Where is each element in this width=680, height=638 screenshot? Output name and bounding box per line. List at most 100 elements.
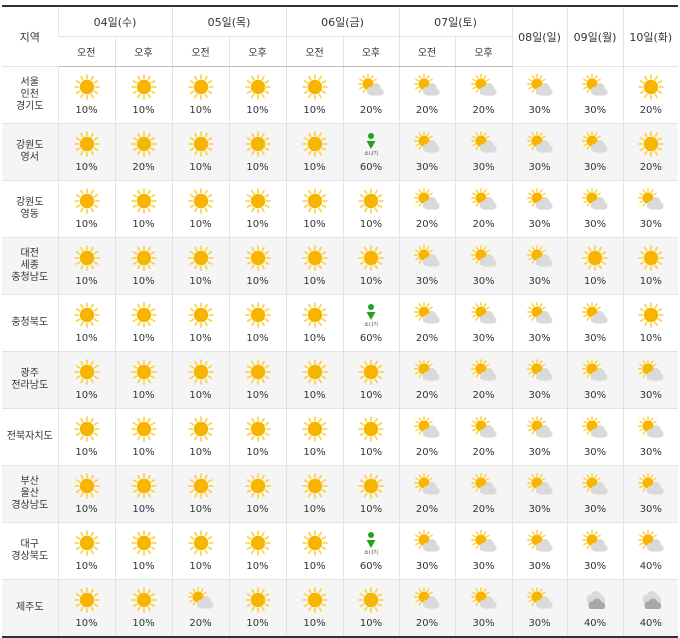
forecast-cell: 20% bbox=[398, 294, 456, 352]
precipitation-probability: 20% bbox=[472, 504, 495, 515]
sun-icon bbox=[73, 530, 100, 556]
sun-icon bbox=[130, 74, 157, 100]
sun-icon bbox=[130, 587, 157, 613]
region-name: 강원도 영동 bbox=[2, 180, 58, 238]
sun-icon bbox=[301, 245, 328, 271]
pm-header: 오후 bbox=[454, 36, 513, 67]
forecast-cell: 10% bbox=[171, 408, 230, 466]
region-header: 지역 bbox=[2, 5, 58, 67]
region-line: 대구 bbox=[20, 539, 39, 550]
day-header-6: 10일(화) bbox=[622, 5, 679, 67]
partly-cloudy-icon bbox=[637, 188, 664, 214]
table-row: 강원도 영동 10% 10% 10% 10% 10% 10% 20% 20% 30% 30% 30% bbox=[2, 180, 679, 238]
precipitation-probability: 20% bbox=[415, 504, 439, 515]
precipitation-probability: 10% bbox=[359, 276, 383, 287]
sun-icon bbox=[130, 416, 157, 442]
sun-icon bbox=[130, 530, 157, 556]
precipitation-probability: 10% bbox=[246, 618, 269, 629]
precipitation-probability: 10% bbox=[75, 219, 98, 230]
precipitation-probability: 10% bbox=[246, 219, 269, 230]
sun-icon bbox=[244, 245, 271, 271]
sun-icon bbox=[301, 302, 328, 328]
forecast-cell: 20% bbox=[454, 66, 513, 124]
precipitation-probability: 30% bbox=[583, 333, 607, 344]
precipitation-probability: 10% bbox=[189, 561, 212, 572]
cloudy-icon bbox=[582, 587, 608, 613]
region-name: 강원도 영서 bbox=[2, 123, 58, 181]
day-header-4: 08일(일) bbox=[511, 5, 568, 67]
partly-cloudy-icon bbox=[526, 359, 553, 385]
sun-icon bbox=[638, 131, 664, 157]
forecast-cell: 30% bbox=[622, 408, 679, 466]
precipitation-probability: 30% bbox=[528, 105, 551, 116]
forecast-cell: 10% bbox=[114, 408, 173, 466]
day-header-3: 07일(토) bbox=[398, 5, 513, 37]
shower-label: 소나기 bbox=[364, 550, 378, 556]
forecast-cell: 소나기 60% bbox=[342, 294, 400, 352]
precipitation-probability: 10% bbox=[639, 276, 662, 287]
precipitation-probability: 10% bbox=[246, 105, 269, 116]
precipitation-probability: 10% bbox=[303, 162, 326, 173]
partly-cloudy-icon bbox=[637, 530, 664, 556]
precipitation-probability: 10% bbox=[75, 561, 98, 572]
forecast-cell: 30% bbox=[622, 465, 679, 523]
partly-cloudy-icon bbox=[470, 359, 497, 385]
sun-icon bbox=[187, 359, 214, 385]
forecast-cell: 10% bbox=[57, 408, 115, 466]
precipitation-probability: 30% bbox=[415, 276, 439, 287]
sun-icon bbox=[130, 188, 157, 214]
precipitation-probability: 30% bbox=[583, 447, 607, 458]
forecast-cell: 10% bbox=[342, 579, 400, 638]
day-header-1: 05일(목) bbox=[171, 5, 287, 37]
sun-icon bbox=[73, 416, 100, 442]
forecast-cell: 10% bbox=[114, 465, 173, 523]
precipitation-probability: 20% bbox=[189, 618, 212, 629]
sun-icon bbox=[244, 416, 271, 442]
forecast-cell: 30% bbox=[511, 237, 568, 295]
precipitation-probability: 20% bbox=[415, 219, 439, 230]
precipitation-probability: 10% bbox=[303, 504, 326, 515]
forecast-cell: 30% bbox=[511, 408, 568, 466]
sun-icon bbox=[187, 188, 214, 214]
sun-icon bbox=[244, 587, 271, 613]
forecast-cell: 10% bbox=[57, 294, 115, 352]
shower-label: 소나기 bbox=[364, 151, 378, 157]
sun-icon bbox=[130, 473, 157, 499]
partly-cloudy-icon bbox=[414, 74, 440, 100]
precipitation-probability: 30% bbox=[415, 162, 439, 173]
table-row: 전북자치도 10% 10% 10% 10% 10% 10% 20% 20% 30% 30% 30% bbox=[2, 408, 679, 466]
region-line: 부산 bbox=[20, 476, 39, 487]
forecast-cell: 10% bbox=[57, 66, 115, 124]
forecast-cell: 10% bbox=[57, 522, 115, 580]
forecast-cell: 소나기 60% bbox=[342, 522, 400, 580]
precipitation-probability: 10% bbox=[246, 333, 269, 344]
pm-header: 오후 bbox=[228, 36, 287, 67]
forecast-cell: 30% bbox=[454, 522, 513, 580]
precipitation-probability: 10% bbox=[132, 105, 155, 116]
precipitation-probability: 10% bbox=[132, 504, 155, 515]
precipitation-probability: 10% bbox=[303, 333, 326, 344]
forecast-cell: 10% bbox=[57, 351, 115, 409]
precipitation-probability: 20% bbox=[472, 219, 495, 230]
sun-icon bbox=[582, 245, 608, 271]
precipitation-probability: 20% bbox=[415, 105, 439, 116]
partly-cloudy-icon bbox=[414, 302, 440, 328]
precipitation-probability: 10% bbox=[132, 219, 155, 230]
precipitation-probability: 10% bbox=[246, 561, 269, 572]
region-line: 세종 bbox=[20, 260, 39, 271]
precipitation-probability: 30% bbox=[639, 447, 662, 458]
precipitation-probability: 30% bbox=[528, 219, 551, 230]
partly-cloudy-icon bbox=[526, 473, 553, 499]
forecast-cell: 30% bbox=[566, 180, 624, 238]
forecast-cell: 30% bbox=[511, 294, 568, 352]
forecast-cell: 20% bbox=[398, 465, 456, 523]
sun-icon bbox=[187, 74, 214, 100]
sun-icon bbox=[130, 302, 157, 328]
precipitation-probability: 20% bbox=[472, 105, 495, 116]
region-line: 경상남도 bbox=[11, 500, 49, 511]
region-name: 충청북도 bbox=[2, 294, 58, 352]
partly-cloudy-icon bbox=[470, 587, 497, 613]
partly-cloudy-icon bbox=[582, 359, 608, 385]
partly-cloudy-icon bbox=[637, 359, 664, 385]
sun-icon bbox=[244, 359, 271, 385]
